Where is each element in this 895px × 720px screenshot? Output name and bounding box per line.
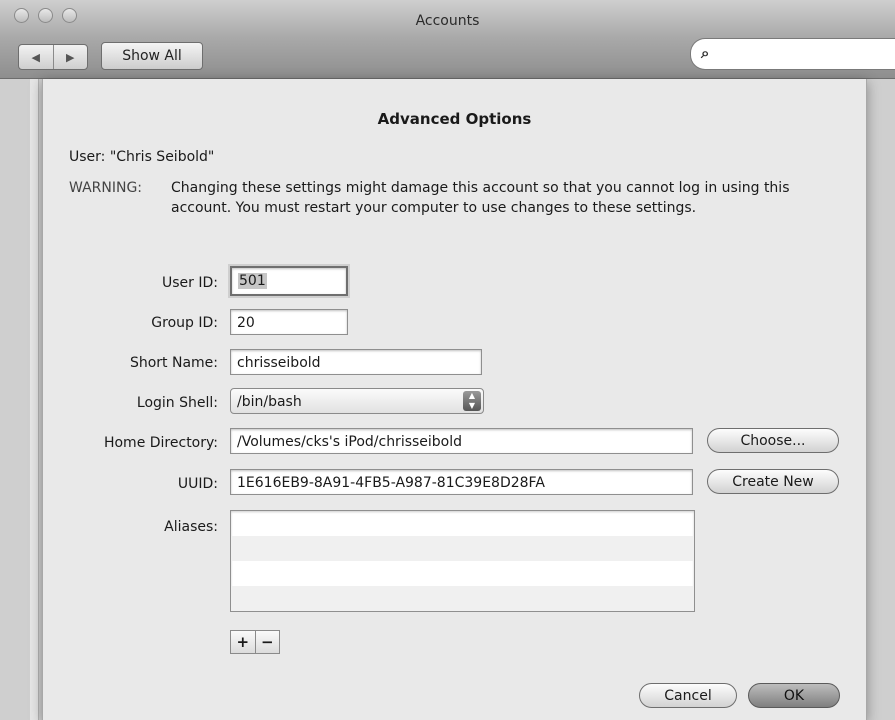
alias-add-remove-control: + − xyxy=(230,630,280,654)
warning-text: Changing these settings might damage thi… xyxy=(171,180,790,216)
uuid-field[interactable]: 1E616EB9-8A91-4FB5-A987-81C39E8D28FA xyxy=(230,469,693,495)
sheet-title: Advanced Options xyxy=(377,110,532,128)
list-row xyxy=(231,561,694,586)
user-name-label: User: "Chris Seibold" xyxy=(69,149,215,165)
create-new-button[interactable]: Create New xyxy=(707,469,839,494)
popup-arrows-icon: ▲ ▼ xyxy=(463,391,481,411)
home-directory-label: Home Directory: xyxy=(103,435,218,451)
add-alias-button[interactable]: + xyxy=(231,631,256,653)
login-shell-label: Login Shell: xyxy=(136,395,218,411)
list-row xyxy=(231,511,694,536)
uuid-label: UUID: xyxy=(177,476,218,492)
user-id-value: 501 xyxy=(238,273,267,289)
window-title: Accounts xyxy=(415,13,480,29)
ok-button[interactable]: OK xyxy=(748,683,840,708)
short-name-label: Short Name: xyxy=(129,355,218,371)
group-id-field[interactable]: 20 xyxy=(230,309,348,335)
forward-button[interactable]: ▶ xyxy=(54,45,88,69)
remove-alias-button[interactable]: − xyxy=(256,631,280,653)
short-name-field[interactable]: chrisseibold xyxy=(230,349,482,375)
list-row xyxy=(231,536,694,561)
user-id-field[interactable]: 501 xyxy=(230,266,348,296)
show-all-button[interactable]: Show All xyxy=(101,42,203,70)
title-bar: Accounts xyxy=(0,0,895,39)
choose-button[interactable]: Choose... xyxy=(707,428,839,453)
login-shell-popup[interactable]: /bin/bash ▲ ▼ xyxy=(230,388,484,414)
login-shell-value: /bin/bash xyxy=(237,394,302,410)
warning-label: WARNING: xyxy=(69,180,143,196)
back-forward-control: ◀ ▶ xyxy=(18,44,88,70)
user-id-label: User ID: xyxy=(162,275,218,291)
group-id-label: Group ID: xyxy=(151,315,218,331)
back-button[interactable]: ◀ xyxy=(19,45,54,69)
advanced-options-sheet: Advanced Options User: "Chris Seibold" W… xyxy=(42,79,867,720)
search-icon: ⌕ xyxy=(701,44,710,62)
list-row xyxy=(231,586,694,611)
home-directory-field[interactable]: /Volumes/cks's iPod/chrisseibold xyxy=(230,428,693,454)
search-field[interactable]: ⌕ xyxy=(690,38,895,70)
background-sidebar xyxy=(30,79,39,720)
cancel-button[interactable]: Cancel xyxy=(639,683,737,708)
aliases-label: Aliases: xyxy=(164,519,218,535)
aliases-list[interactable] xyxy=(230,510,695,612)
